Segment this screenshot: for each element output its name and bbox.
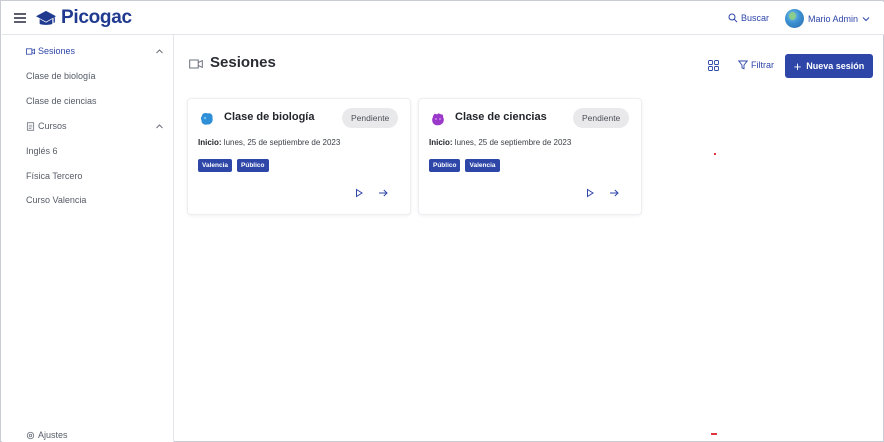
sidebar-item-clase-ciencias[interactable]: Clase de ciencias	[26, 96, 97, 106]
status-badge: Pendiente	[573, 108, 630, 128]
hamburger-menu-icon[interactable]	[14, 13, 26, 23]
tag-list: Público Valencia	[429, 159, 500, 172]
settings-label: Ajustes	[38, 430, 68, 440]
purple-blob-icon	[432, 113, 444, 126]
play-icon[interactable]	[585, 188, 595, 198]
sidebar-section-sesiones[interactable]: Sesiones	[26, 46, 75, 56]
arrow-right-icon[interactable]	[609, 188, 619, 198]
arrow-right-icon[interactable]	[378, 188, 388, 198]
sidebar-item-label: Clase de biología	[26, 71, 96, 81]
search-label: Buscar	[741, 13, 770, 23]
new-session-button[interactable]: + Nueva sesión	[785, 54, 873, 78]
video-icon	[26, 47, 35, 55]
chevron-up-icon[interactable]	[155, 47, 164, 56]
document-icon	[26, 121, 35, 131]
sidebar-item-curso-valencia[interactable]: Curso Valencia	[26, 195, 86, 205]
grid-view-icon[interactable]	[708, 60, 719, 71]
card-title: Clase de biología	[224, 111, 315, 123]
date-prefix: Inicio:	[198, 138, 222, 147]
new-session-label: Nueva sesión	[806, 61, 865, 71]
card-start-date: Inicio: lunes, 25 de septiembre de 2023	[198, 138, 340, 147]
search-button[interactable]: Buscar	[728, 13, 769, 23]
date-value: lunes, 25 de septiembre de 2023	[221, 138, 341, 147]
sidebar-item-label: Inglés 6	[26, 146, 58, 156]
card-actions	[585, 188, 619, 198]
session-card[interactable]: Clase de ciencias Pendiente Inicio: lune…	[418, 98, 642, 215]
card-title: Clase de ciencias	[455, 111, 547, 123]
tag: Valencia	[198, 159, 233, 172]
user-menu[interactable]: Mario Admin	[785, 9, 870, 28]
avatar	[785, 9, 804, 28]
chevron-down-icon	[862, 16, 870, 21]
filter-label: Filtrar	[751, 60, 774, 70]
card-actions	[354, 188, 388, 198]
sidebar: Sesiones Clase de biología Clase de cien…	[2, 35, 174, 442]
sidebar-item-fisica-tercero[interactable]: Física Tercero	[26, 171, 82, 181]
sidebar-section-label: Cursos	[38, 121, 67, 131]
sidebar-item-label: Clase de ciencias	[26, 96, 97, 106]
user-name: Mario Admin	[808, 13, 859, 24]
sidebar-item-label: Curso Valencia	[26, 195, 87, 205]
date-prefix: Inicio:	[429, 138, 453, 147]
chevron-up-icon[interactable]	[155, 122, 164, 131]
sidebar-section-label: Sesiones	[38, 46, 76, 56]
filter-icon	[738, 60, 748, 70]
plus-icon: +	[793, 58, 802, 74]
play-icon[interactable]	[354, 188, 364, 198]
gear-icon	[26, 431, 35, 439]
blue-blob-icon	[200, 113, 213, 125]
red-marker-dot	[714, 153, 716, 155]
sidebar-item-clase-biologia[interactable]: Clase de biología	[26, 71, 96, 81]
sidebar-item-ajustes[interactable]: Ajustes	[26, 430, 68, 440]
video-icon	[189, 59, 203, 69]
filter-button[interactable]: Filtrar	[738, 60, 774, 70]
top-header: Picogac Buscar Mario Admin	[2, 2, 884, 35]
brand-name[interactable]: Picogac	[61, 7, 132, 29]
graduation-cap-logo-icon	[36, 10, 56, 25]
session-card[interactable]: Clase de biología Pendiente Inicio: lune…	[187, 98, 411, 215]
sidebar-section-cursos[interactable]: Cursos	[26, 121, 67, 131]
tag: Público	[237, 159, 269, 172]
sidebar-item-label: Física Tercero	[26, 171, 83, 181]
date-value: lunes, 25 de septiembre de 2023	[452, 138, 572, 147]
status-badge: Pendiente	[342, 108, 399, 128]
tag-list: Valencia Público	[198, 159, 269, 172]
tag: Valencia	[465, 159, 500, 172]
tag: Público	[429, 159, 461, 172]
search-icon	[728, 13, 738, 23]
page-title: Sesiones	[210, 54, 276, 71]
app-window: Picogac Buscar Mario Admin Sesiones Clas…	[0, 0, 884, 442]
sidebar-item-ingles-6[interactable]: Inglés 6	[26, 146, 58, 156]
red-marker-dash	[711, 433, 717, 435]
card-start-date: Inicio: lunes, 25 de septiembre de 2023	[429, 138, 571, 147]
